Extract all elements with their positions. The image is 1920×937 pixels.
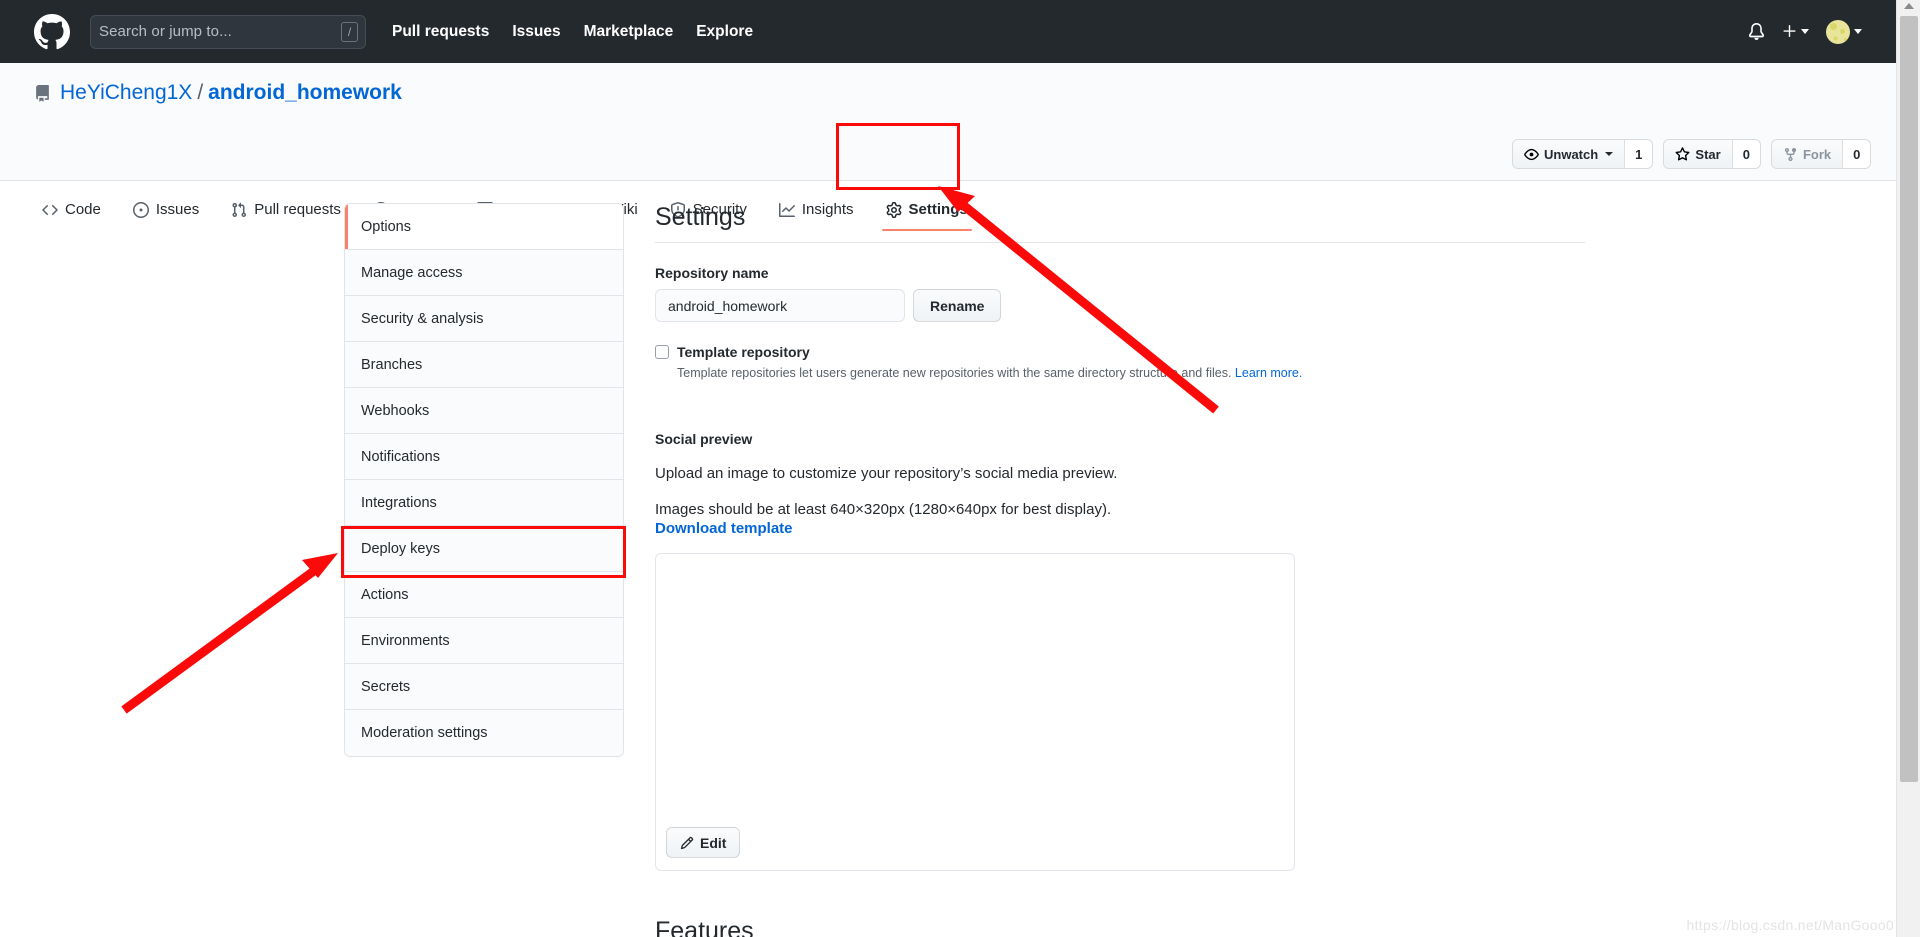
social-preview-line2: Images should be at least 640×320px (128… bbox=[655, 501, 1112, 519]
download-template-link[interactable]: Download template bbox=[655, 520, 793, 537]
eye-icon bbox=[1524, 147, 1539, 162]
nav-pull-requests[interactable]: Pull requests bbox=[392, 23, 489, 41]
tab-label: Code bbox=[65, 201, 101, 218]
star-label: Star bbox=[1695, 146, 1721, 162]
scrollbar-thumb[interactable] bbox=[1900, 16, 1918, 782]
plus-icon bbox=[1782, 24, 1797, 39]
page-title: Settings bbox=[655, 203, 1585, 243]
pencil-icon bbox=[680, 836, 694, 850]
sidebar-item-manage-access[interactable]: Manage access bbox=[345, 250, 623, 296]
watch-count[interactable]: 1 bbox=[1624, 140, 1653, 168]
sidebar-item-environments[interactable]: Environments bbox=[345, 618, 623, 664]
nav-explore[interactable]: Explore bbox=[696, 23, 753, 41]
create-new-menu[interactable] bbox=[1782, 24, 1809, 39]
search-placeholder: Search or jump to... bbox=[99, 23, 232, 40]
learn-more-link[interactable]: Learn more. bbox=[1235, 366, 1302, 380]
github-mark-icon[interactable] bbox=[34, 13, 70, 50]
code-icon bbox=[42, 202, 58, 218]
repo-icon bbox=[36, 84, 49, 102]
browser-scrollbar[interactable] bbox=[1896, 0, 1920, 937]
social-preview-section: Social preview Upload an image to custom… bbox=[655, 431, 1585, 872]
sidebar-item-options[interactable]: Options bbox=[345, 204, 623, 250]
sidebar-item-secrets[interactable]: Secrets bbox=[345, 664, 623, 710]
fork-icon bbox=[1783, 147, 1798, 162]
user-menu[interactable] bbox=[1826, 19, 1862, 44]
repository-header: HeYiCheng1X / android_homework Unwatch 1 bbox=[0, 63, 1896, 231]
fork-button[interactable]: Fork bbox=[1771, 140, 1843, 168]
sidebar-item-notifications[interactable]: Notifications bbox=[345, 434, 623, 480]
global-header: Search or jump to... / Pull requests Iss… bbox=[0, 0, 1896, 63]
chevron-down-icon bbox=[1854, 29, 1862, 34]
template-repository-label: Template repository bbox=[677, 344, 810, 360]
social-preview-line1: Upload an image to customize your reposi… bbox=[655, 464, 1118, 482]
bell-icon[interactable] bbox=[1748, 23, 1765, 40]
edit-button-label: Edit bbox=[700, 834, 727, 851]
nav-issues[interactable]: Issues bbox=[512, 23, 560, 41]
header-right-actions bbox=[1748, 19, 1876, 44]
template-repository-checkbox[interactable] bbox=[655, 345, 669, 359]
edit-social-preview-button[interactable]: Edit bbox=[666, 827, 741, 859]
triangle-up-icon[interactable] bbox=[1903, 3, 1914, 9]
search-shortcut-key: / bbox=[341, 21, 358, 42]
fork-label: Fork bbox=[1802, 146, 1832, 162]
social-preview-heading: Social preview bbox=[655, 430, 753, 447]
nav-marketplace[interactable]: Marketplace bbox=[584, 23, 674, 41]
repository-name-input[interactable] bbox=[655, 289, 905, 322]
template-repository-description: Template repositories let users generate… bbox=[677, 364, 1585, 383]
sidebar-item-webhooks[interactable]: Webhooks bbox=[345, 388, 623, 434]
sidebar-item-branches[interactable]: Branches bbox=[345, 342, 623, 388]
repository-actions: Unwatch 1 Star 0 Fork 0 bbox=[1512, 139, 1872, 169]
chevron-down-icon bbox=[1605, 152, 1614, 156]
tab-label: Pull requests bbox=[254, 201, 341, 218]
search-input[interactable]: Search or jump to... / bbox=[90, 14, 366, 49]
breadcrumb-separator: / bbox=[197, 81, 204, 104]
repo-owner-link[interactable]: HeYiCheng1X bbox=[60, 81, 192, 105]
template-description-text: Template repositories let users generate… bbox=[677, 366, 1232, 380]
sidebar-item-integrations[interactable]: Integrations bbox=[345, 480, 623, 526]
rename-button[interactable]: Rename bbox=[913, 289, 1002, 322]
repository-name-label: Repository name bbox=[655, 265, 769, 281]
settings-sidebar: Options Manage access Security & analysi… bbox=[344, 203, 624, 757]
global-nav: Pull requests Issues Marketplace Explore bbox=[392, 23, 753, 41]
unwatch-button[interactable]: Unwatch bbox=[1513, 140, 1625, 168]
tab-issues[interactable]: Issues bbox=[117, 191, 215, 231]
template-repository-section: Template repository Template repositorie… bbox=[655, 344, 1585, 383]
avatar bbox=[1826, 19, 1850, 44]
git-pull-request-icon bbox=[231, 202, 247, 218]
unwatch-label: Unwatch bbox=[1544, 146, 1599, 162]
repository-name-section: Repository name Rename bbox=[655, 265, 1585, 322]
breadcrumb: HeYiCheng1X / android_homework bbox=[34, 81, 402, 105]
features-heading: Features bbox=[655, 917, 754, 937]
star-button-group: Star 0 bbox=[1663, 139, 1761, 169]
github-repository-settings-page: Search or jump to... / Pull requests Iss… bbox=[0, 0, 1920, 937]
fork-count[interactable]: 0 bbox=[1842, 140, 1871, 168]
star-button[interactable]: Star bbox=[1664, 140, 1732, 168]
settings-main-content: Settings Repository name Rename Template… bbox=[655, 203, 1585, 937]
sidebar-item-security-analysis[interactable]: Security & analysis bbox=[345, 296, 623, 342]
watch-button-group: Unwatch 1 bbox=[1512, 139, 1654, 169]
fork-button-group: Fork 0 bbox=[1770, 139, 1872, 169]
sidebar-item-moderation-settings[interactable]: Moderation settings bbox=[345, 710, 623, 756]
sidebar-item-actions[interactable]: Actions bbox=[345, 572, 623, 618]
tab-code[interactable]: Code bbox=[26, 191, 117, 231]
star-icon bbox=[1675, 146, 1690, 162]
tab-pull-requests[interactable]: Pull requests bbox=[215, 191, 357, 231]
issue-opened-icon bbox=[132, 201, 149, 218]
annotation-arrow-to-deploy-keys bbox=[121, 553, 338, 714]
tab-label: Issues bbox=[155, 201, 200, 218]
sidebar-item-deploy-keys[interactable]: Deploy keys bbox=[345, 526, 623, 572]
chevron-down-icon bbox=[1801, 29, 1809, 34]
watermark: https://blog.csdn.net/ManGooo0 bbox=[1686, 917, 1894, 933]
repo-name-link[interactable]: android_homework bbox=[208, 81, 402, 105]
social-preview-image-box: Edit bbox=[655, 553, 1295, 872]
star-count[interactable]: 0 bbox=[1731, 140, 1760, 168]
